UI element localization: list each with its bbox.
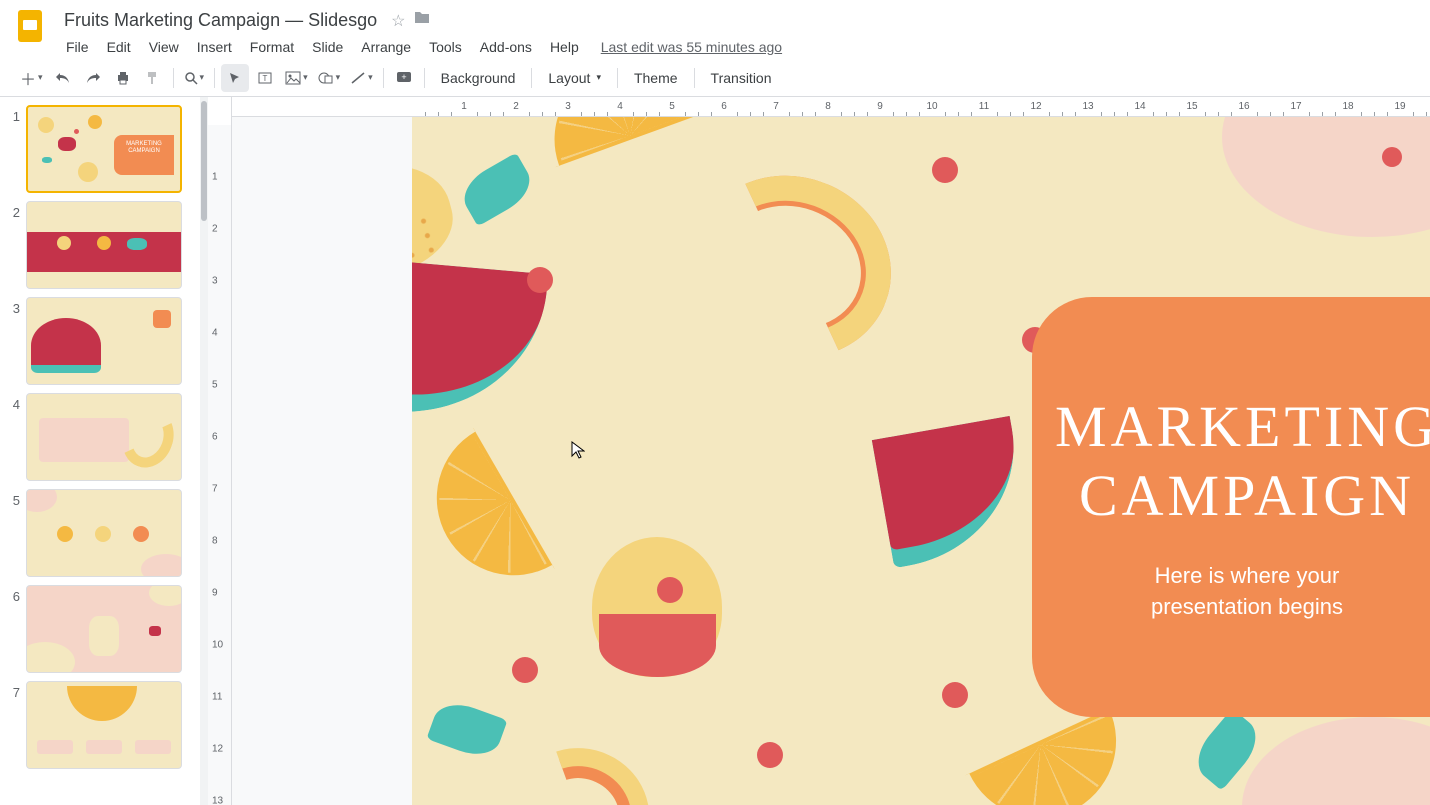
menu-arrange[interactable]: Arrange bbox=[353, 35, 419, 59]
line-tool[interactable]: ▾ bbox=[346, 64, 377, 92]
slide-subtitle: Here is where your presentation begins bbox=[1151, 561, 1343, 623]
slide-thumb-3[interactable]: 3 bbox=[0, 293, 200, 389]
theme-button[interactable]: Theme bbox=[624, 66, 688, 90]
slide-thumb-6[interactable]: 6 bbox=[0, 581, 200, 677]
workspace: 1 MARKETING CAMPAIGN 2 3 bbox=[0, 97, 1430, 805]
peach-slice-icon bbox=[678, 161, 906, 373]
paint-format-button[interactable] bbox=[139, 64, 167, 92]
transition-button[interactable]: Transition bbox=[701, 66, 782, 90]
slide-thumb-2[interactable]: 2 bbox=[0, 197, 200, 293]
slide-title: MARKETING CAMPAIGN bbox=[1055, 392, 1430, 531]
watermelon-icon bbox=[872, 416, 1032, 568]
app-header: Fruits Marketing Campaign — Slidesgo ☆ F… bbox=[0, 0, 1430, 59]
svg-text:+: + bbox=[401, 72, 406, 82]
horizontal-ruler: 1234567891011121314151617181920 bbox=[232, 97, 1430, 117]
slide-canvas[interactable]: MARKETING CAMPAIGN Here is where your pr… bbox=[232, 117, 1430, 805]
slide-thumb-1[interactable]: 1 MARKETING CAMPAIGN bbox=[0, 101, 200, 197]
new-slide-button[interactable]: ＋▾ bbox=[16, 64, 47, 92]
menu-addons[interactable]: Add-ons bbox=[472, 35, 540, 59]
menu-slide[interactable]: Slide bbox=[304, 35, 351, 59]
slide-content[interactable]: MARKETING CAMPAIGN Here is where your pr… bbox=[412, 117, 1430, 805]
cherry-icon bbox=[932, 157, 958, 183]
cherry-icon bbox=[657, 577, 683, 603]
undo-button[interactable] bbox=[49, 64, 77, 92]
menu-format[interactable]: Format bbox=[242, 35, 302, 59]
cherry-icon bbox=[942, 682, 968, 708]
document-title[interactable]: Fruits Marketing Campaign — Slidesgo bbox=[58, 8, 383, 33]
slide-thumb-7[interactable]: 7 bbox=[0, 677, 200, 773]
leaf-icon bbox=[426, 696, 507, 762]
select-tool[interactable] bbox=[221, 64, 249, 92]
print-button[interactable] bbox=[109, 64, 137, 92]
cherry-icon bbox=[1382, 147, 1402, 167]
slide-thumb-4[interactable]: 4 bbox=[0, 389, 200, 485]
slide-thumb-5[interactable]: 5 bbox=[0, 485, 200, 581]
vertical-ruler: 12345678910111213 bbox=[208, 97, 232, 805]
svg-text:T: T bbox=[263, 74, 268, 83]
slides-logo[interactable] bbox=[12, 8, 48, 44]
zoom-button[interactable]: ▾ bbox=[180, 64, 209, 92]
cherry-icon bbox=[757, 742, 783, 768]
star-icon[interactable]: ☆ bbox=[391, 11, 405, 31]
leaf-icon bbox=[455, 153, 538, 227]
apple-icon bbox=[592, 537, 722, 677]
peach-slice-icon bbox=[517, 752, 646, 805]
cherry-icon bbox=[527, 267, 553, 293]
redo-button[interactable] bbox=[79, 64, 107, 92]
sidebar-scrollbar[interactable] bbox=[200, 97, 208, 805]
orange-slice-icon bbox=[532, 117, 702, 142]
comment-button[interactable]: + bbox=[390, 64, 418, 92]
menu-insert[interactable]: Insert bbox=[189, 35, 240, 59]
folder-icon[interactable] bbox=[413, 10, 431, 31]
title-box[interactable]: MARKETING CAMPAIGN Here is where your pr… bbox=[1032, 297, 1430, 717]
image-tool[interactable]: ▾ bbox=[281, 64, 312, 92]
menu-help[interactable]: Help bbox=[542, 35, 587, 59]
menu-edit[interactable]: Edit bbox=[99, 35, 139, 59]
menubar: File Edit View Insert Format Slide Arran… bbox=[58, 33, 1414, 59]
menu-tools[interactable]: Tools bbox=[421, 35, 470, 59]
orange-slice-icon bbox=[412, 477, 562, 562]
background-button[interactable]: Background bbox=[431, 66, 526, 90]
menu-file[interactable]: File bbox=[58, 35, 97, 59]
shape-tool[interactable]: ▾ bbox=[314, 64, 345, 92]
cherry-icon bbox=[512, 657, 538, 683]
layout-button[interactable]: Layout▾ bbox=[538, 66, 611, 90]
last-edit-link[interactable]: Last edit was 55 minutes ago bbox=[601, 39, 782, 55]
textbox-tool[interactable]: T bbox=[251, 64, 279, 92]
slide-panel[interactable]: 1 MARKETING CAMPAIGN 2 3 bbox=[0, 97, 200, 805]
toolbar: ＋▾ ▾ T ▾ ▾ ▾ + Background Layout▾ Theme … bbox=[0, 59, 1430, 97]
menu-view[interactable]: View bbox=[141, 35, 187, 59]
orange-slice-icon bbox=[972, 737, 1142, 805]
